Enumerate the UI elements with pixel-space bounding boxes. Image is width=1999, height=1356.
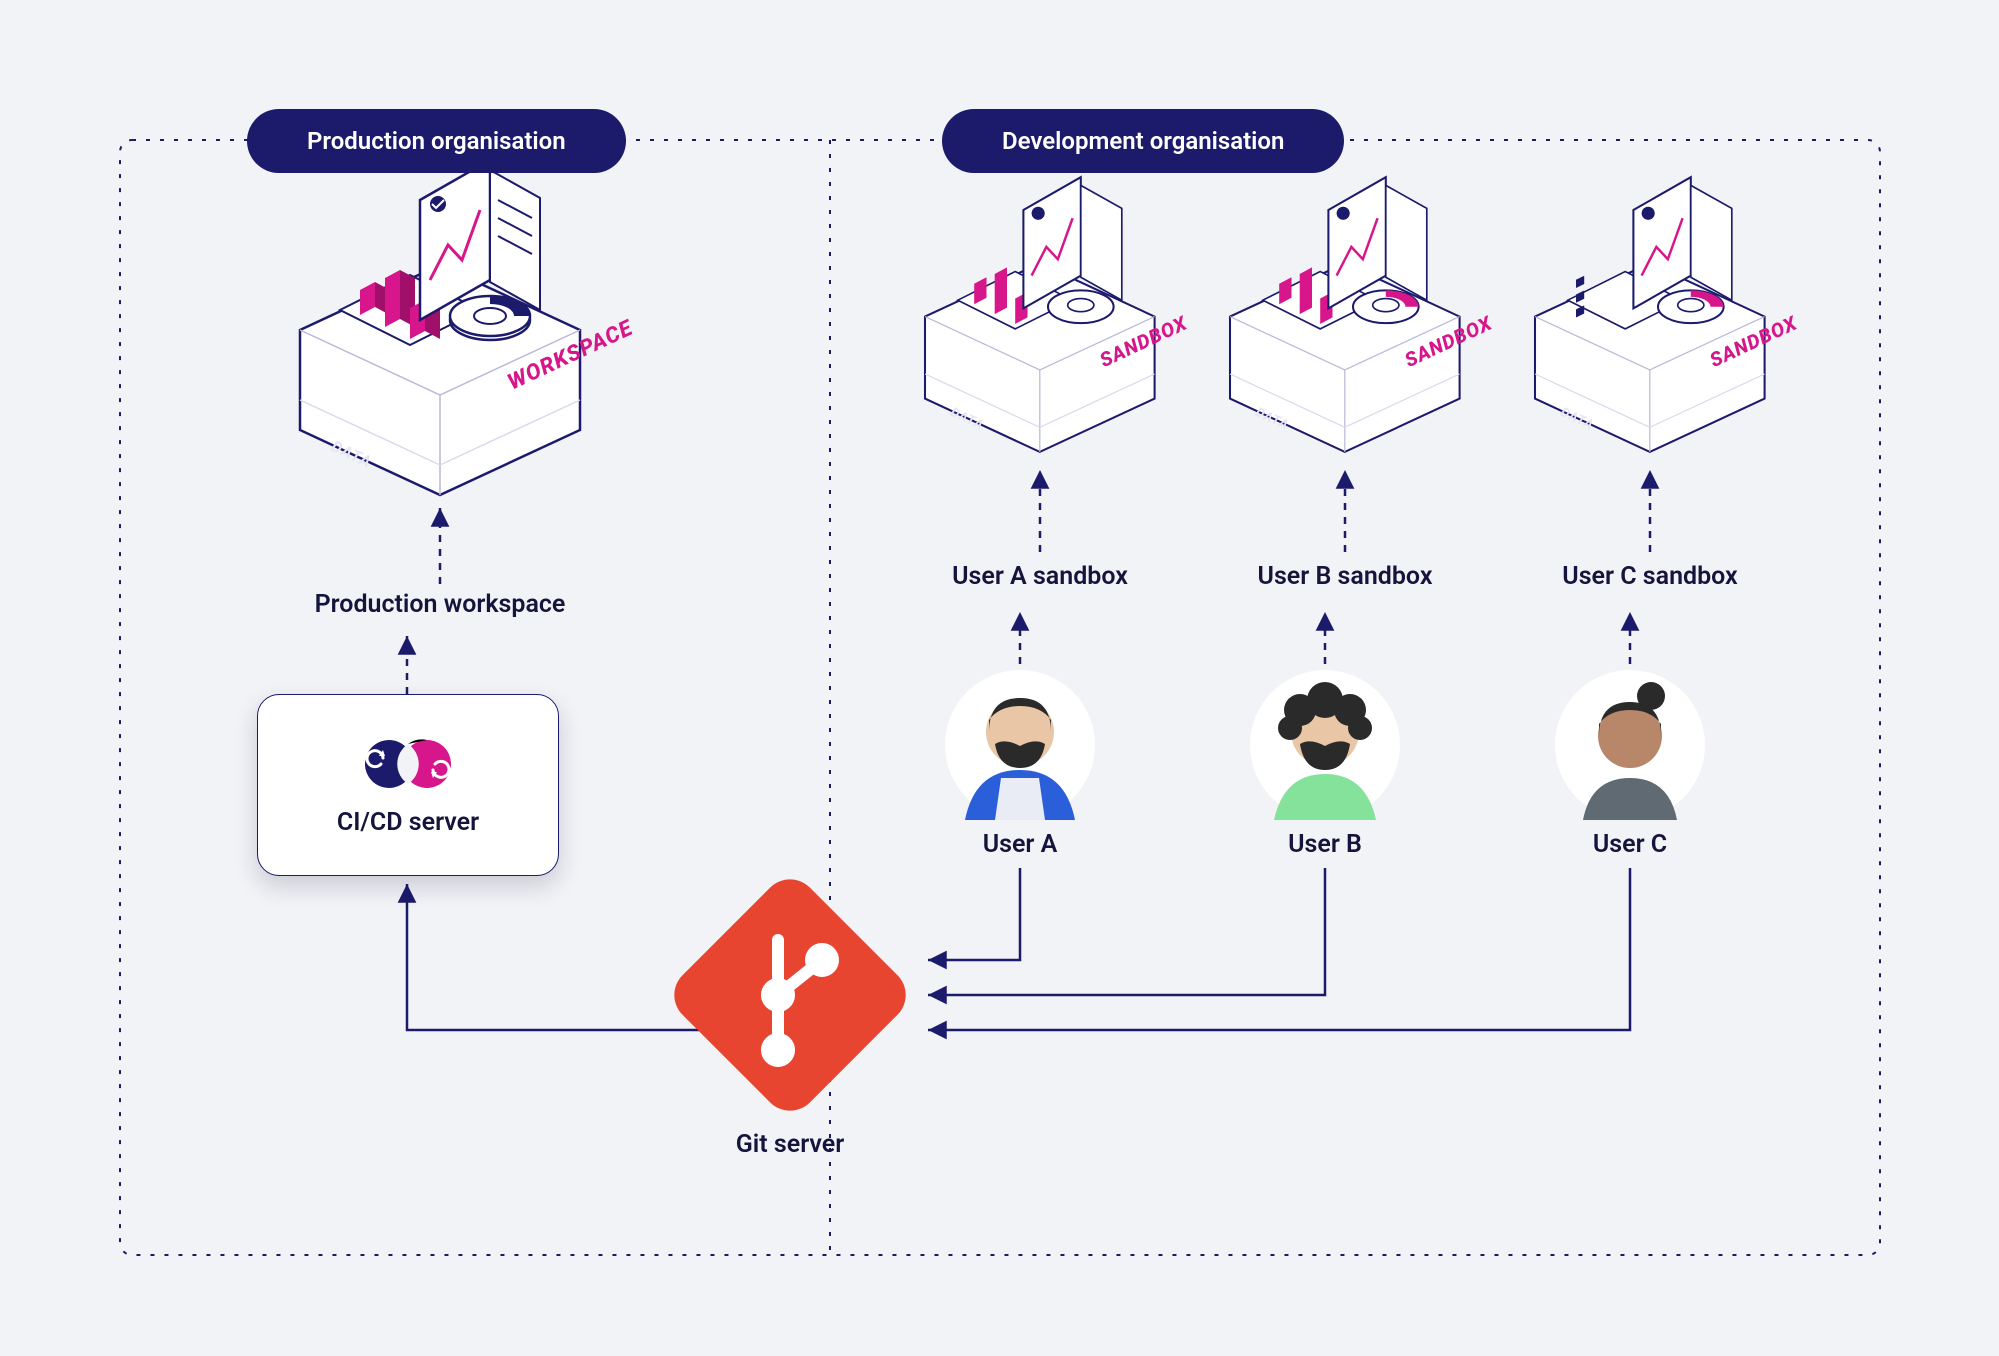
production-org-pill: Production organisation xyxy=(247,109,626,173)
development-org-pill: Development organisation xyxy=(942,109,1344,173)
svg-layer: WORKSPACE DATA xyxy=(0,0,1999,1356)
user-c-label: User C xyxy=(1593,830,1667,859)
git-server-label: Git server xyxy=(736,1130,844,1159)
sandbox-b-label: User B sandbox xyxy=(1258,562,1433,591)
cicd-server-card: CI/CD server xyxy=(257,694,559,876)
sandbox-c-box-icon: SANDBOX DATA xyxy=(1535,177,1802,452)
user-c-avatar-icon xyxy=(1555,670,1705,820)
arrow-user-a-to-git xyxy=(928,868,1020,960)
sandbox-a-box-icon: SANDBOX DATA xyxy=(925,177,1192,452)
user-b-label: User B xyxy=(1288,830,1362,859)
sandbox-c-label: User C sandbox xyxy=(1562,562,1737,591)
sandbox-b-box-icon: SANDBOX DATA xyxy=(1230,177,1497,452)
cicd-server-label: CI/CD server xyxy=(337,808,479,837)
diagram-canvas: WORKSPACE DATA xyxy=(0,0,1999,1356)
git-icon xyxy=(663,868,918,1123)
user-a-label: User A xyxy=(983,830,1058,859)
sandbox-a-label: User A sandbox xyxy=(952,562,1128,591)
cicd-icon xyxy=(353,734,463,794)
user-a-avatar-icon xyxy=(945,670,1095,820)
arrow-git-to-cicd xyxy=(407,884,700,1030)
workspace-box-icon: WORKSPACE DATA xyxy=(300,160,638,495)
arrow-user-b-to-git xyxy=(928,868,1325,995)
arrow-user-c-to-git xyxy=(928,868,1630,1030)
user-b-avatar-icon xyxy=(1250,670,1400,820)
production-workspace-label: Production workspace xyxy=(315,590,566,619)
